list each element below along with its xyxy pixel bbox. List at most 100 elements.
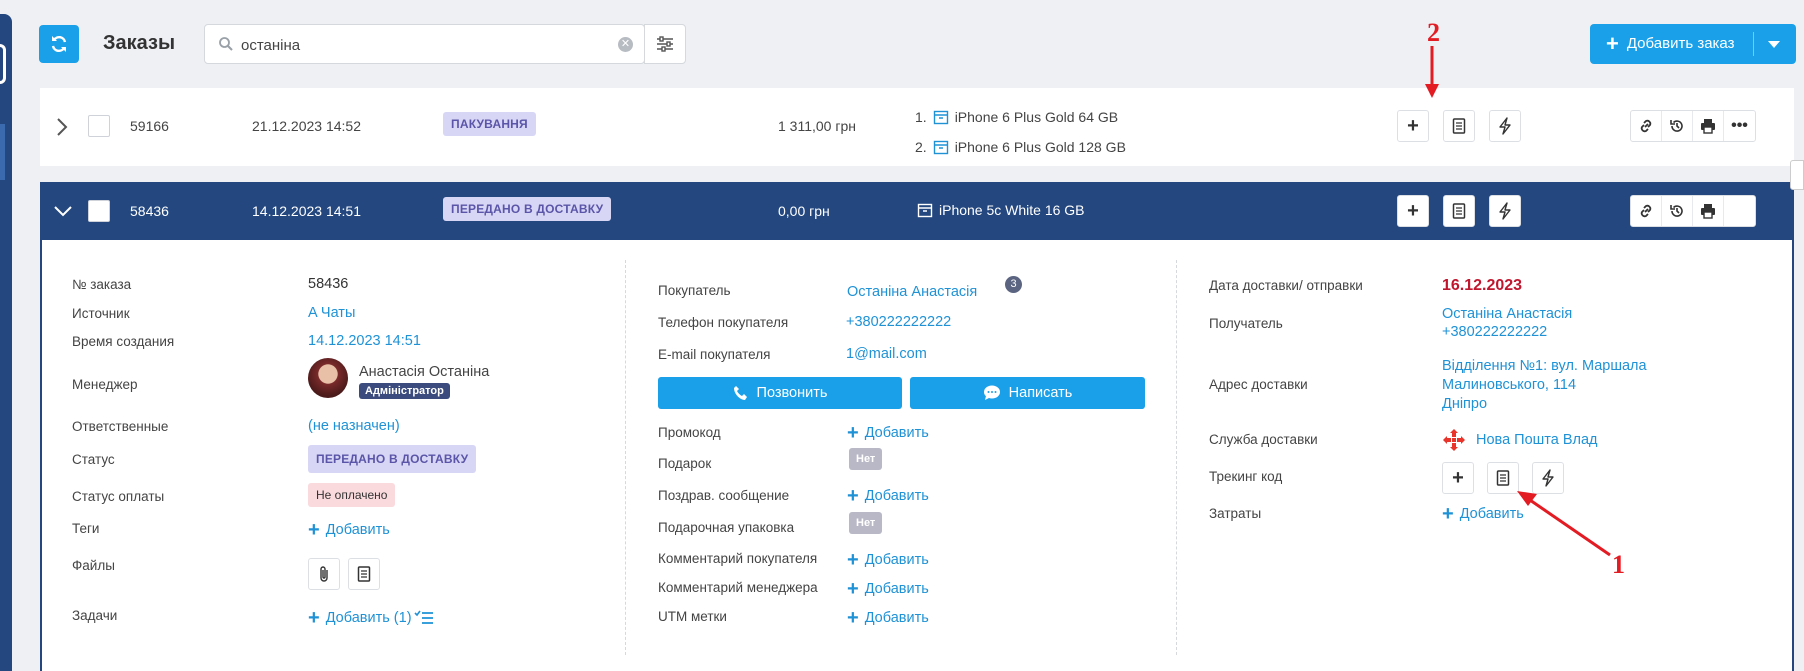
print-button[interactable] [1693,196,1724,226]
delivery-date-label: Дата доставки/ отправки [1209,278,1363,293]
order-row-expanded[interactable]: 58436 14.12.2023 14:51 ПЕРЕДАНО В ДОСТАВ… [40,182,1794,240]
manager-label: Менеджер [72,377,138,392]
order-id[interactable]: 59166 [130,118,169,134]
responsible-link[interactable]: (не назначен) [308,418,400,434]
status-badge[interactable]: ПЕРЕДАНО В ДОСТАВКУ [308,445,477,473]
row-checkbox[interactable] [88,200,110,222]
add-task-link[interactable]: + Добавить (1) [308,608,412,628]
history-button[interactable] [1662,111,1693,141]
link-button[interactable] [1631,196,1662,226]
chevron-down-icon[interactable] [1768,41,1780,48]
more-button[interactable]: ••• [1724,196,1755,226]
add-manager-comment-link[interactable]: + Добавить [847,578,929,600]
history-button[interactable] [1662,196,1693,226]
more-icon: ••• [1731,202,1748,219]
phone-link[interactable]: +380222222222 [846,314,951,330]
box-icon [933,110,948,125]
files-label: Файлы [72,558,115,573]
print-button[interactable] [1693,111,1724,141]
address-line-3[interactable]: Дніпро [1442,396,1487,412]
buyer-link[interactable]: Останіна Анастасія [847,284,977,300]
status-badge: ПЕРЕДАНО В ДОСТАВКУ [443,197,612,221]
search-input[interactable] [241,33,601,57]
plus-icon: + [847,578,859,600]
chevron-down-icon[interactable] [53,205,73,217]
bolt-button[interactable] [1489,110,1521,142]
row-actions: ••• [1630,110,1756,142]
document-button[interactable] [1443,195,1475,227]
created-value[interactable]: 14.12.2023 14:51 [308,333,421,349]
history-icon [1670,205,1683,217]
add-buyer-comment-label: Добавить [864,552,929,568]
page-title: Заказы [103,32,176,54]
add-greeting-label: Добавить [864,488,929,504]
wrap-toggle[interactable]: Нет [849,512,883,534]
bolt-icon [1499,117,1511,135]
add-order-button[interactable]: + Добавить заказ [1590,24,1796,64]
order-row[interactable]: 59166 21.12.2023 14:52 ПАКУВАННЯ 1 311,0… [40,88,1794,166]
add-greeting-link[interactable]: + Добавить [847,486,929,506]
plus-icon: + [847,549,859,571]
item-number: 2. [915,139,927,155]
side-panel-toggle[interactable] [1790,160,1804,190]
recipient-name[interactable]: Останіна Анастасія [1442,306,1572,322]
service-link[interactable]: Нова Пошта Влад [1476,432,1598,448]
gift-toggle[interactable]: Нет [849,448,883,470]
address-line-2[interactable]: Малиновського, 114 [1442,377,1576,393]
add-tag-link[interactable]: + Добавить [308,520,390,540]
chevron-right-icon[interactable] [56,117,68,137]
list-item: iPhone 5c White 16 GB [917,202,1085,218]
attach-file-button[interactable] [308,558,340,590]
sidebar-toggle[interactable] [0,44,6,84]
pay-status-badge[interactable]: Не оплачено [308,483,396,507]
add-costs-link[interactable]: + Добавить [1442,504,1524,524]
add-promo-link[interactable]: + Добавить [847,422,929,444]
delivery-date-value[interactable]: 16.12.2023 [1442,277,1522,295]
more-button[interactable]: ••• [1724,111,1755,141]
list-item: 2. iPhone 6 Plus Gold 128 GB [915,132,1126,162]
add-tracking-button[interactable]: + [1442,462,1474,494]
link-button[interactable] [1631,111,1662,141]
avatar [308,358,348,398]
add-button[interactable]: + [1397,195,1429,227]
call-button[interactable]: Позвонить [658,377,902,409]
filter-button[interactable] [644,24,686,64]
order-amount: 1 311,00 грн [778,118,856,134]
source-link[interactable]: A Чаты [308,305,355,321]
plus-icon: + [1407,114,1419,137]
top-bar: Заказы ✕ + Добавить заказ [20,0,1804,83]
clear-icon[interactable]: ✕ [618,37,633,52]
refresh-icon [51,35,67,53]
more-icon: ••• [1731,117,1748,134]
link-icon [1640,204,1652,218]
add-utm-link[interactable]: + Добавить [847,608,929,628]
bolt-icon [1499,202,1511,220]
order-amount: 0,00 грн [778,203,830,219]
task-list-icon[interactable] [414,609,434,627]
document-icon [1452,118,1466,134]
add-button[interactable]: + [1397,110,1429,142]
refresh-button[interactable] [39,25,79,63]
plus-icon: + [847,422,859,444]
email-link[interactable]: 1@mail.com [846,346,927,362]
address-label: Адрес доставки [1209,377,1308,392]
manager-name[interactable]: Анастасія Останіна [359,364,489,380]
row-checkbox[interactable] [88,115,110,137]
recipient-phone[interactable]: +380222222222 [1442,324,1547,340]
buyer-comment-label: Комментарий покупателя [658,551,818,566]
annotation-arrow [1425,46,1439,98]
address-line-1[interactable]: Відділення №1: вул. Маршала [1442,358,1647,374]
status-badge: ПАКУВАННЯ [443,112,536,136]
order-no-label: № заказа [72,277,132,292]
phone-label: Телефон покупателя [658,315,789,330]
document-button[interactable] [1443,110,1475,142]
history-icon [1670,120,1683,132]
responsible-label: Ответственные [72,419,169,434]
document-button[interactable] [348,558,380,590]
order-id[interactable]: 58436 [130,203,169,219]
write-button[interactable]: Написать [910,377,1145,409]
add-buyer-comment-link[interactable]: + Добавить [847,549,929,571]
created-label: Время создания [72,334,175,349]
utm-label: UTM метки [658,609,727,624]
bolt-button[interactable] [1489,195,1521,227]
